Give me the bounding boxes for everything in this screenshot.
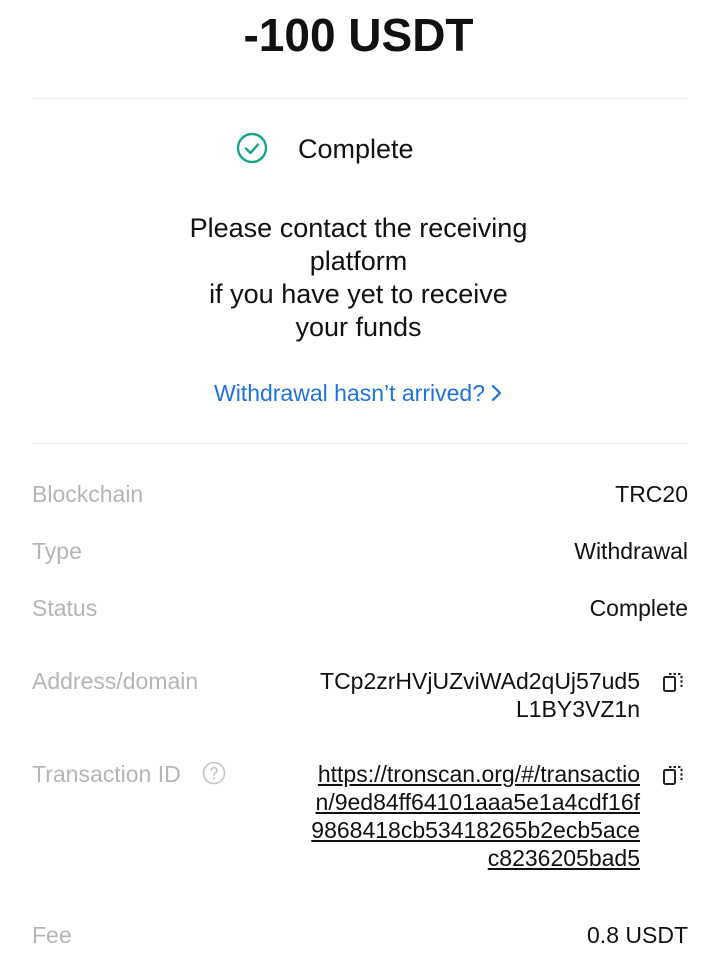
address-label: Address/domain [32,668,199,694]
copy-icon[interactable] [662,764,684,788]
type-label: Type [32,538,82,564]
divider [32,98,688,99]
info-message: Please contact the receiving platform if… [189,213,528,342]
question-circle-icon[interactable] [202,761,226,785]
transaction-id-label: Transaction ID [32,761,181,787]
status-detail-value: Complete [589,595,688,621]
check-circle-icon [236,132,268,164]
address-value: TCp2zrHVjUZviWAd2qUj57ud5L1BY3VZ1n [320,668,640,722]
status-label: Complete [298,134,414,164]
fee-value: 0.8 USDT [587,922,688,948]
transaction-id-link[interactable]: https://tronscan.org/#/transaction/9ed84… [310,760,640,872]
copy-icon[interactable] [662,671,684,695]
divider [32,443,688,444]
withdrawal-amount: -100 USDT [243,9,474,61]
chevron-right-icon [491,384,502,402]
status-row: Complete [0,130,717,166]
blockchain-value: TRC20 [615,481,688,507]
type-value: Withdrawal [574,538,688,564]
blockchain-label: Blockchain [32,481,144,507]
withdrawal-detail-page: -100 USDT Complete Please contact the re… [0,0,717,976]
fee-label: Fee [32,922,72,948]
withdrawal-not-arrived-link[interactable]: Withdrawal hasn’t arrived? [0,380,717,407]
withdrawal-not-arrived-label: Withdrawal hasn’t arrived? [213,380,485,406]
status-detail-label: Status [32,595,98,621]
